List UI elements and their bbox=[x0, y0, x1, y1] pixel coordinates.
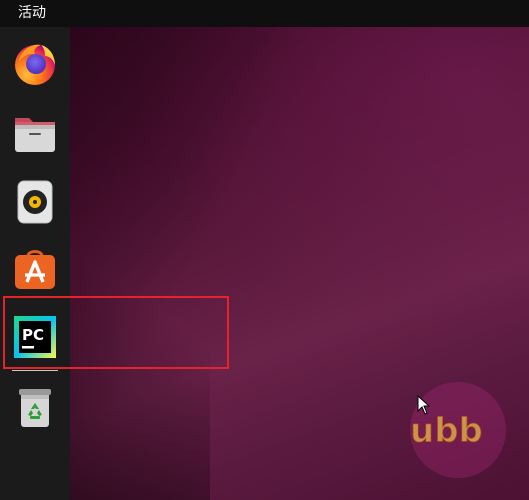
firefox-icon bbox=[15, 44, 55, 85]
top-bar: 活动 bbox=[0, 0, 529, 27]
pycharm-icon-text: PC bbox=[22, 326, 44, 344]
dock-item-rhythmbox[interactable] bbox=[9, 175, 61, 227]
pycharm-icon: PC bbox=[14, 316, 56, 358]
mouse-cursor-icon bbox=[417, 395, 431, 415]
speaker-icon bbox=[17, 180, 53, 224]
dock-item-files[interactable] bbox=[9, 106, 61, 158]
dock-item-pycharm[interactable]: PC bbox=[9, 311, 61, 363]
dock-item-trash[interactable] bbox=[9, 381, 61, 433]
dock-item-firefox[interactable] bbox=[9, 37, 61, 89]
watermark-text: ubb bbox=[410, 411, 483, 451]
app-store-icon bbox=[15, 250, 55, 289]
dock-item-software[interactable] bbox=[9, 242, 61, 294]
dock-separator bbox=[12, 370, 58, 371]
desktop-screen: 活动 PC ubb bbox=[0, 0, 529, 500]
dock: PC bbox=[0, 27, 70, 500]
trash-icon bbox=[19, 389, 51, 427]
activities-button[interactable]: 活动 bbox=[0, 0, 46, 27]
folder-icon bbox=[15, 118, 55, 152]
